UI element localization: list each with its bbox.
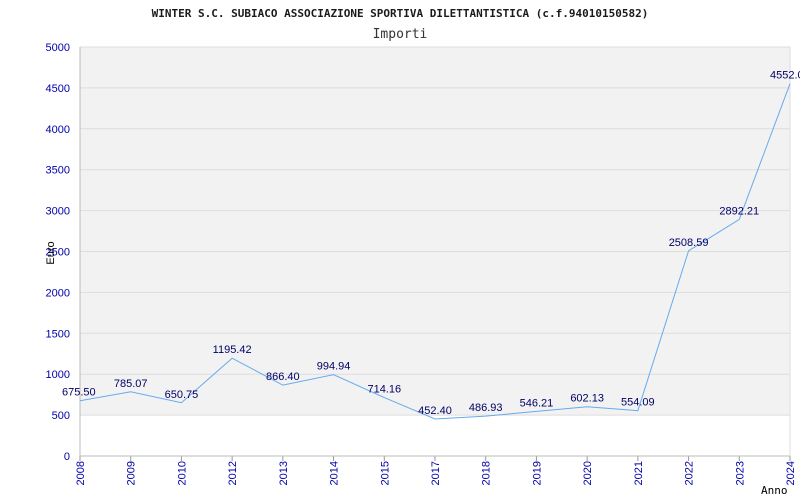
data-label: 650.75	[165, 389, 199, 401]
data-label: 602.13	[570, 393, 604, 405]
background-band	[80, 128, 790, 170]
data-label: 866.40	[266, 371, 300, 383]
x-tick-label: 2022	[684, 461, 696, 485]
background-band	[80, 333, 790, 375]
y-tick-label: 5000	[46, 42, 70, 54]
data-label: 554.09	[621, 397, 655, 409]
data-label: 675.50	[62, 387, 96, 399]
data-label: 2892.21	[719, 205, 759, 217]
y-tick-label: 1000	[46, 369, 70, 381]
x-tick-label: 2023	[734, 461, 746, 485]
x-tick-labels: 2008 2009 2010 2012 2013 2014 2015 2017 2018 2019…	[75, 461, 797, 485]
y-tick-label: 2000	[46, 287, 70, 299]
data-label: 452.40	[418, 405, 452, 417]
y-tick-label: 3000	[46, 206, 70, 218]
x-tick-label: 2012	[227, 461, 239, 485]
chart-subtitle: Importi	[373, 27, 428, 42]
data-label: 714.16	[367, 384, 401, 396]
y-tick-label: 4500	[46, 83, 70, 95]
data-label: 4552.0	[770, 70, 800, 82]
y-tick-label: 500	[52, 410, 70, 422]
y-tick-label: 4000	[46, 124, 70, 136]
data-label: 994.94	[317, 361, 351, 373]
background-bands	[80, 47, 790, 416]
data-label: 2508.59	[669, 237, 709, 249]
y-axis-label: Euro	[45, 241, 57, 264]
background-band	[80, 292, 790, 334]
chart-title: WINTER S.C. SUBIACO ASSOCIAZIONE SPORTIV…	[152, 7, 649, 20]
x-axis-label: Anno	[761, 484, 788, 497]
x-tick-label: 2024	[785, 461, 797, 485]
x-tick-label: 2018	[481, 461, 493, 485]
data-label: 785.07	[114, 378, 148, 390]
data-label: 486.93	[469, 402, 503, 414]
x-tick-label: 2009	[126, 461, 138, 485]
data-label: 1195.42	[213, 344, 252, 356]
line-chart: WINTER S.C. SUBIACO ASSOCIAZIONE SPORTIV…	[45, 7, 800, 497]
x-tick-label: 2019	[531, 461, 543, 485]
x-tick-label: 2014	[329, 461, 341, 485]
background-band	[80, 251, 790, 293]
background-band	[80, 47, 790, 88]
background-band	[80, 87, 790, 129]
x-tick-label: 2021	[633, 461, 645, 485]
x-tick-label: 2017	[430, 461, 442, 485]
x-tick-label: 2013	[278, 461, 290, 485]
x-tick-label: 2010	[176, 461, 188, 485]
y-tick-label: 3500	[46, 165, 70, 177]
x-tick-label: 2015	[379, 461, 391, 485]
data-label: 546.21	[520, 397, 554, 409]
x-tick-label: 2008	[75, 461, 87, 485]
y-tick-label: 0	[64, 451, 70, 463]
y-tick-label: 1500	[46, 328, 70, 340]
x-tick-label: 2020	[582, 461, 594, 485]
background-band	[80, 169, 790, 211]
